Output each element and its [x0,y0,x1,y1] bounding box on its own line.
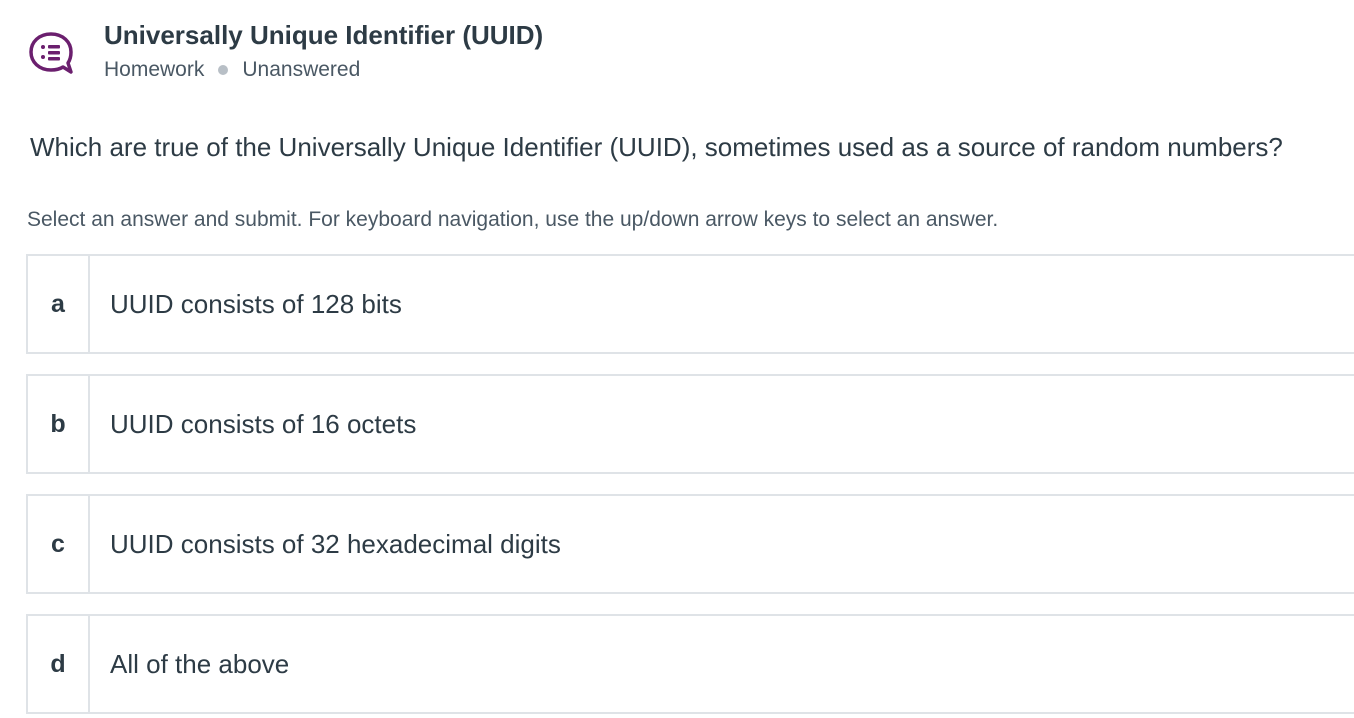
answer-option-c[interactable]: c UUID consists of 32 hexadecimal digits [26,494,1354,594]
instructions-text: Select an answer and submit. For keyboar… [27,208,999,231]
option-letter: d [28,616,90,712]
option-letter: b [28,376,90,472]
answer-options: a UUID consists of 128 bits b UUID consi… [26,254,1354,718]
option-letter: a [28,256,90,352]
question-meta: Homework Unanswered [104,56,543,84]
answer-option-d[interactable]: d All of the above [26,614,1354,714]
option-text: UUID consists of 16 octets [110,408,417,439]
answer-option-b[interactable]: b UUID consists of 16 octets [26,374,1354,474]
option-text: All of the above [110,648,290,679]
answer-option-a[interactable]: a UUID consists of 128 bits [26,254,1354,354]
question-page: Universally Unique Identifier (UUID) Hom… [0,0,1354,718]
option-text: UUID consists of 128 bits [110,288,402,319]
category-label: Homework [104,58,205,81]
question-title: Universally Unique Identifier (UUID) [104,20,544,50]
separator-dot [218,65,229,75]
question-text: Which are true of the Universally Unique… [30,132,1283,162]
discussion-question-icon [29,32,73,74]
status-label: Unanswered [242,58,361,81]
header-text: Universally Unique Identifier (UUID) Hom… [104,18,543,84]
option-letter: c [28,496,90,592]
option-text: UUID consists of 32 hexadecimal digits [110,528,561,559]
